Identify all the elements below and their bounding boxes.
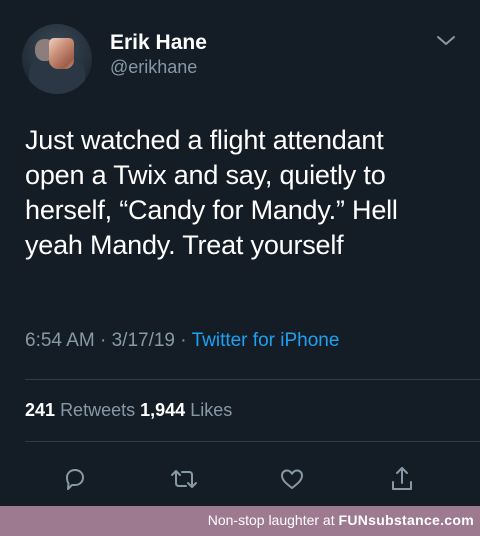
share-icon: [392, 467, 412, 490]
tweet-actions: [0, 452, 480, 502]
tweet-meta: 6:54 AM · 3/17/19 · Twitter for iPhone: [25, 331, 339, 350]
retweet-icon: [171, 470, 197, 488]
avatar-mug: [49, 38, 74, 69]
author-handle[interactable]: @erikhane: [110, 58, 197, 76]
retweet-label[interactable]: Retweets: [60, 400, 135, 420]
watermark-bar: Non-stop laughter at FUNsubstance.com: [0, 506, 480, 536]
tweet-screenshot: Erik Hane @erikhane Just watched a fligh…: [0, 0, 480, 536]
heart-icon: [281, 469, 303, 489]
chevron-down-icon[interactable]: [436, 34, 456, 48]
tweet-source-link[interactable]: Twitter for iPhone: [192, 330, 340, 351]
tweet-text-line: herself, “Candy for Mandy.” Hell: [25, 195, 398, 226]
tweet-text-line: yeah Mandy. Treat yourself: [25, 230, 344, 261]
watermark-brand[interactable]: FUNsubstance.com: [339, 512, 475, 528]
tweet-date: 3/17/19: [111, 330, 176, 351]
author-name[interactable]: Erik Hane: [110, 32, 207, 53]
like-button[interactable]: [275, 462, 309, 496]
like-label[interactable]: Likes: [190, 400, 232, 420]
tweet-body: Just watched a flight attendant open a T…: [25, 123, 455, 263]
divider: [25, 441, 480, 442]
retweet-button[interactable]: [167, 462, 201, 496]
avatar[interactable]: [22, 24, 92, 94]
tweet-header: Erik Hane @erikhane: [22, 24, 458, 94]
share-button[interactable]: [385, 462, 419, 496]
watermark-text: Non-stop laughter at FUNsubstance.com: [208, 513, 474, 527]
tweet-text-line: Just watched a flight attendant: [25, 125, 384, 155]
divider: [25, 379, 480, 380]
like-count[interactable]: 1,944: [140, 400, 185, 420]
meta-separator: ·: [100, 330, 107, 351]
tweet-time: 6:54 AM: [25, 330, 95, 351]
reply-button[interactable]: [58, 462, 92, 496]
retweet-count[interactable]: 241: [25, 400, 55, 420]
reply-icon: [66, 469, 84, 490]
tweet-stats: 241 Retweets 1,944 Likes: [25, 401, 232, 419]
watermark-prefix: Non-stop laughter at: [207, 512, 335, 528]
meta-separator: ·: [180, 330, 187, 351]
tweet-text-line: open a Twix and say, quietly to: [25, 160, 386, 191]
